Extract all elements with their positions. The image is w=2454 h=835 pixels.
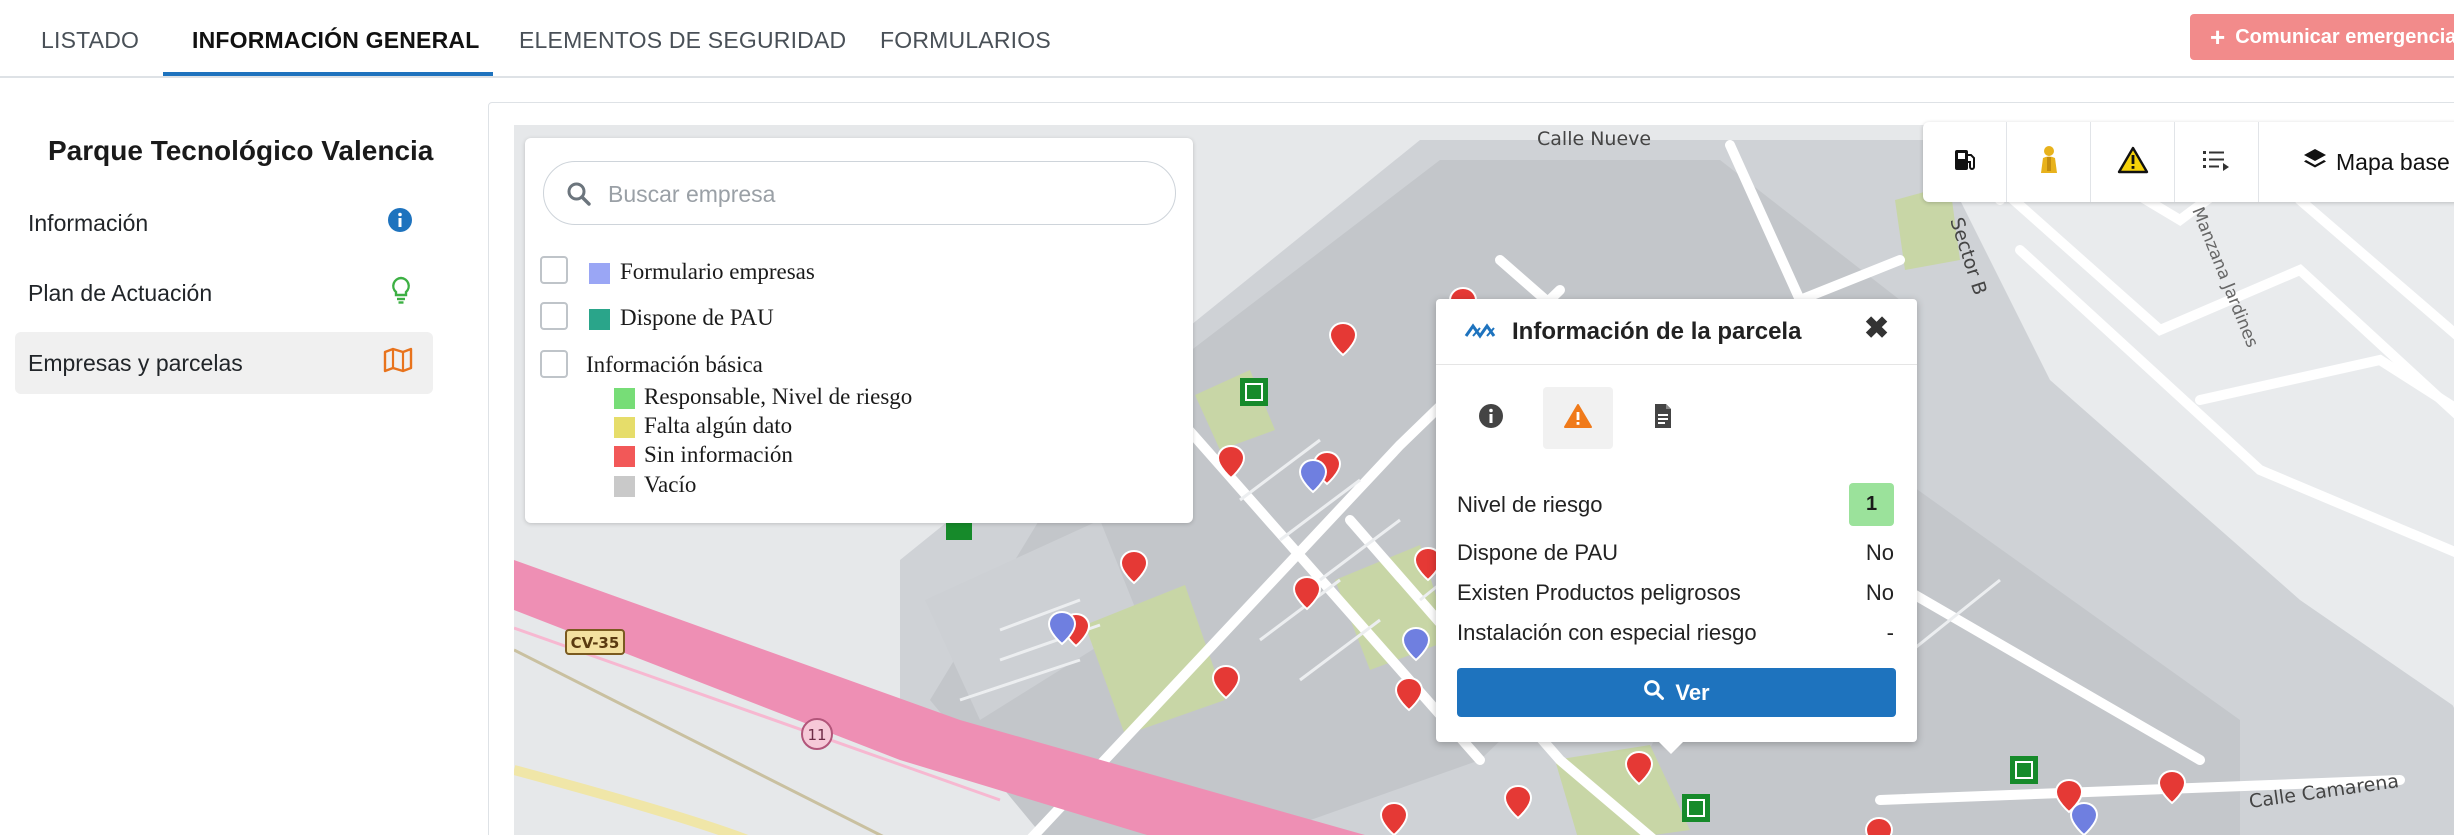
tab-informacion-general[interactable]: INFORMACIÓN GENERAL (192, 27, 479, 54)
warning-icon (1563, 403, 1593, 434)
road-label-11: 11 (807, 726, 826, 744)
warning-icon (2117, 146, 2149, 179)
active-tab-indicator (163, 72, 493, 76)
legend-label-vacio: Vacío (644, 472, 697, 497)
tab-formularios[interactable]: FORMULARIOS (880, 27, 1051, 54)
search-placeholder: Buscar empresa (608, 181, 776, 207)
layer-checkbox-pau[interactable] (540, 302, 568, 330)
road-label-cv35: CV-35 (571, 634, 620, 652)
info-icon (1478, 403, 1504, 434)
legend-label-falta-dato: Falta algún dato (644, 413, 793, 438)
list-button[interactable] (2175, 122, 2259, 202)
list-icon (2202, 148, 2232, 177)
basemap-label: Mapa base (2336, 148, 2450, 175)
sidebar-item-empresas-parcelas[interactable]: Empresas y parcelas (15, 332, 433, 394)
popup-tab-document[interactable] (1628, 387, 1698, 449)
sidebar-item-label: Información (28, 209, 149, 236)
pau-value: No (1865, 540, 1894, 565)
popup-tab-info[interactable] (1456, 387, 1526, 449)
company-search-input[interactable]: Buscar empresa (543, 161, 1176, 225)
site-title: Parque Tecnológico Valencia (48, 135, 434, 166)
risk-level-badge: 1 (1849, 483, 1894, 526)
layer-checkbox-info-basica[interactable] (540, 350, 568, 378)
dangerous-products-value: No (1865, 580, 1894, 605)
report-emergency-label: Comunicar emergencia (2235, 25, 2454, 48)
layers-icon (2302, 146, 2328, 178)
sidebar-item-informacion[interactable]: Información (15, 192, 433, 254)
sidebar-item-label: Plan de Actuación (28, 279, 213, 306)
fuel-station-icon (1953, 147, 1977, 178)
pau-label: Dispone de PAU (1457, 540, 1619, 565)
sidebar-item-plan-actuacion[interactable]: Plan de Actuación (15, 262, 433, 324)
layer-label-pau: Dispone de PAU (620, 305, 774, 330)
popup-title: Información de la parcela (1512, 318, 1802, 345)
layer-swatch-pau (589, 309, 610, 330)
route-icon (1464, 322, 1500, 347)
legend-swatch-sin-informacion (614, 446, 635, 467)
warning-button[interactable] (2091, 122, 2175, 202)
plus-icon: + (2210, 22, 2226, 52)
view-button[interactable]: Ver (1457, 668, 1896, 717)
tab-listado[interactable]: LISTADO (41, 27, 139, 54)
legend-label-sin-informacion: Sin información (644, 442, 793, 467)
document-icon (1653, 403, 1673, 434)
fuel-station-button[interactable] (1923, 122, 2007, 202)
layer-checkbox-formulario[interactable] (540, 256, 568, 284)
layer-label-formulario: Formulario empresas (620, 259, 815, 284)
special-risk-value: - (1886, 620, 1894, 645)
legend-swatch-vacio (614, 476, 635, 497)
lightbulb-icon (389, 276, 413, 310)
search-icon (1643, 679, 1665, 707)
map-icon (383, 347, 413, 379)
search-icon (566, 181, 592, 212)
special-risk-label: Instalación con especial riesgo (1457, 620, 1757, 645)
popup-pointer (1657, 740, 1685, 754)
view-button-label: Ver (1675, 679, 1710, 705)
basemap-button[interactable]: Mapa base (2266, 122, 2450, 202)
street-label-calle-nueve: Calle Nueve (1537, 128, 1651, 150)
legend-swatch-falta-dato (614, 417, 635, 438)
close-icon[interactable]: ✖ (1864, 314, 1889, 344)
person-icon (2036, 145, 2062, 180)
legend-label-responsable: Responsable, Nivel de riesgo (644, 384, 913, 409)
dangerous-products-label: Existen Productos peligrosos (1457, 580, 1741, 605)
info-icon (387, 207, 413, 239)
person-button[interactable] (2007, 122, 2091, 202)
main-tabs: LISTADO INFORMACIÓN GENERAL ELEMENTOS DE… (0, 0, 2454, 78)
layer-label-info-basica: Información básica (586, 352, 763, 377)
layer-swatch-formulario (589, 263, 610, 284)
tab-elementos-seguridad[interactable]: ELEMENTOS DE SEGURIDAD (519, 27, 846, 54)
report-emergency-button[interactable]: + Comunicar emergencia (2190, 14, 2454, 60)
sidebar-item-label: Empresas y parcelas (28, 349, 243, 376)
risk-level-label: Nivel de riesgo (1457, 492, 1603, 517)
legend-swatch-responsable (614, 388, 635, 409)
popup-tab-risk[interactable] (1543, 387, 1613, 449)
